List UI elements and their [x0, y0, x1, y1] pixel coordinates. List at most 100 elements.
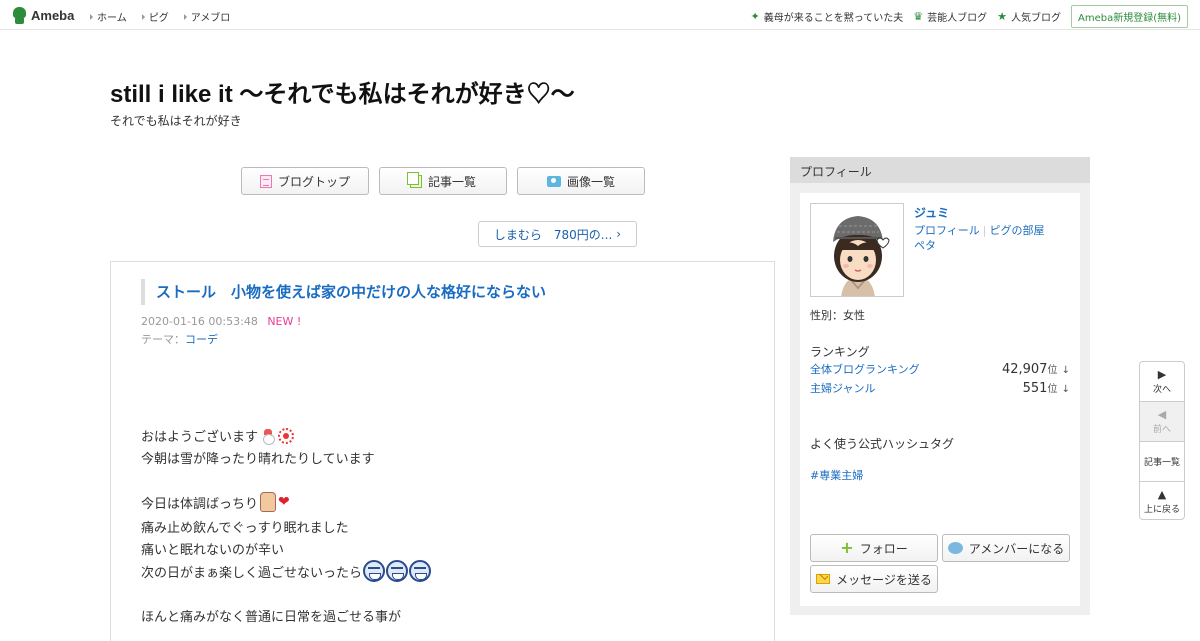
document-icon — [259, 174, 272, 188]
article-list-button[interactable]: 記事一覧 — [379, 167, 507, 195]
nav-home[interactable]: ホーム — [90, 9, 127, 24]
previous-post-label: しまむら 780円の... — [493, 227, 613, 242]
amember-label: アメンバーになる — [968, 541, 1065, 556]
nav-pigg[interactable]: ピグ — [142, 9, 169, 24]
sparkle-icon: ✦ — [750, 10, 760, 23]
profile-name[interactable]: ジュミ — [914, 204, 949, 221]
article-list-side-button[interactable]: 記事一覧 — [1140, 442, 1184, 482]
theme-link[interactable]: コーデ — [185, 333, 218, 346]
snowman-emoji-icon — [260, 428, 276, 445]
triangle-up-icon: ▲ — [1157, 488, 1167, 501]
article-line-text: 痛み止め飲んでぐっすり眠れました — [141, 521, 349, 536]
celebrity-blog-link[interactable]: ♛ 芸能人ブログ — [913, 9, 987, 24]
article-theme: テーマ：コーデ — [141, 331, 218, 347]
speech-bubble-icon — [947, 542, 963, 554]
send-message-label: メッセージを送る — [836, 572, 932, 587]
hashtag-heading: よく使う公式ハッシュタグ — [810, 437, 955, 451]
article-line: 次の日がまぁ楽しく過ごせないったら — [141, 560, 432, 582]
logo-text: Ameba — [31, 7, 75, 23]
gender-info: 性別：女性 — [810, 309, 865, 322]
article-line: おはようございます — [141, 426, 295, 445]
article-list-side-label: 記事一覧 — [1143, 458, 1180, 468]
theme-label: テーマ： — [141, 333, 185, 346]
plus-icon: + — [840, 538, 854, 557]
nav-ameblo[interactable]: アメブロ — [184, 9, 231, 24]
pigg-room-link[interactable]: ピグの部屋 — [990, 224, 1045, 237]
camera-icon — [546, 175, 561, 187]
avatar[interactable] — [810, 203, 904, 297]
header-right: ✦ 義母が来ることを黙っていた夫 ♛ 芸能人ブログ ★ 人気ブログ Ameba新… — [751, 5, 1188, 28]
ranking-heading: ランキング — [810, 345, 870, 359]
previous-post-link[interactable]: しまむら 780円の... › — [478, 221, 637, 247]
genre-ranking-link[interactable]: 主婦ジャンル — [810, 380, 875, 396]
article-line: 痛み止め飲んでぐっすり眠れました — [141, 517, 349, 536]
peta-link[interactable]: ペタ — [914, 239, 936, 252]
trending-topic-link[interactable]: ✦ 義母が来ることを黙っていた夫 — [751, 9, 904, 24]
blog-title[interactable]: still i like it 〜それでも私はそれが好き♡〜 — [110, 74, 575, 109]
ranking-value: 551位 ↓ — [1023, 380, 1070, 396]
send-message-button[interactable]: メッセージを送る — [810, 565, 938, 593]
sun-emoji-icon — [278, 427, 295, 444]
next-post-button[interactable]: ▶ 次へ — [1140, 362, 1184, 402]
down-arrow-icon: ↓ — [1061, 384, 1070, 395]
frog-logo-icon — [12, 6, 27, 24]
ameba-logo[interactable]: Ameba — [12, 6, 74, 24]
article-line-text: 次の日がまぁ楽しく過ごせないったら — [141, 565, 363, 581]
article-title[interactable]: ストール 小物を使えば家の中だけの人な格好にならない — [141, 279, 546, 305]
article-date: 2020-01-16 00:53:48 — [141, 315, 258, 328]
back-to-top-button[interactable]: ▲ 上に戻る — [1140, 482, 1184, 522]
crying-face-emoji-icon — [409, 560, 432, 582]
play-left-icon: ◀ — [1157, 407, 1167, 421]
new-badge: NEW ! — [267, 315, 302, 328]
profile-sidebar: プロフィール ジュミ プロフィール | ピグの部屋 ペタ 性別：女性 ランキング… — [790, 157, 1090, 615]
article-line-text: おはようございます — [141, 430, 259, 445]
article-meta: 2020-01-16 00:53:48 NEW ! — [141, 315, 301, 328]
crown-icon: ♛ — [913, 10, 924, 23]
trending-topic-label: 義母が来ることを黙っていた夫 — [763, 13, 904, 24]
profile-panel: ジュミ プロフィール | ピグの部屋 ペタ 性別：女性 ランキング 全体ブログランキ… — [800, 193, 1080, 606]
amember-button[interactable]: アメンバーになる — [942, 534, 1070, 562]
crying-face-emoji-icon — [386, 560, 409, 582]
image-list-label: 画像一覧 — [566, 174, 615, 189]
ranking-row: 全体ブログランキング 42,907位 ↓ — [810, 361, 1070, 377]
follow-button[interactable]: + フォロー — [810, 534, 938, 562]
back-to-top-label: 上に戻る — [1143, 505, 1180, 515]
overall-ranking-link[interactable]: 全体ブログランキング — [810, 361, 920, 377]
ranking-unit: 位 — [1047, 365, 1058, 376]
avatar-image — [811, 204, 903, 296]
ranking-number: 42,907 — [1001, 362, 1048, 377]
ranking-value: 42,907位 ↓ — [1002, 361, 1070, 377]
article-line: ほんと痛みがなく普通に日常を過ごせる事が — [141, 606, 401, 625]
popular-blog-link[interactable]: ★ 人気ブログ — [997, 9, 1061, 24]
chevron-right-icon: › — [616, 227, 622, 241]
crying-face-emoji-icon — [363, 560, 386, 582]
ranking-row: 主婦ジャンル 551位 ↓ — [810, 380, 1070, 396]
article-line: 今日は体調ばっちり ❤ — [141, 492, 290, 512]
blog-top-button[interactable]: ブログトップ — [241, 167, 369, 195]
ranking-unit: 位 — [1047, 384, 1058, 395]
article-line: 痛いと眠れないのが辛い — [141, 539, 284, 558]
play-right-icon: ▶ — [1157, 367, 1167, 381]
ranking-number: 551 — [1022, 381, 1048, 396]
image-list-button[interactable]: 画像一覧 — [517, 167, 645, 195]
article-line-text: 今朝は雪が降ったり晴れたりしています — [141, 452, 375, 467]
hashtag-link[interactable]: #専業主婦 — [810, 467, 863, 483]
article-line-text: 今日は体調ばっちり — [141, 496, 259, 512]
blog-description: それでも私はそれが好き — [110, 114, 242, 128]
popular-blog-label: 人気ブログ — [1010, 13, 1061, 24]
global-header: Ameba ホーム ピグ アメブロ ✦ 義母が来ることを黙っていた夫 ♛ 芸能人… — [0, 0, 1200, 30]
sidebar-header: プロフィール — [790, 157, 1090, 183]
article: ストール 小物を使えば家の中だけの人な格好にならない 2020-01-16 00… — [110, 261, 775, 641]
prev-post-button: ◀ 前へ — [1140, 402, 1184, 442]
celebrity-blog-label: 芸能人ブログ — [927, 13, 988, 24]
side-pager: ▶ 次へ ◀ 前へ 記事一覧 ▲ 上に戻る — [1139, 361, 1185, 520]
article-line: 今朝は雪が降ったり晴れたりしています — [141, 448, 375, 467]
down-arrow-icon: ↓ — [1061, 365, 1070, 376]
profile-link[interactable]: プロフィール — [914, 224, 980, 237]
next-label: 次へ — [1152, 384, 1171, 395]
envelope-icon — [816, 574, 831, 584]
follow-label: フォロー — [859, 541, 908, 556]
register-button[interactable]: Ameba新規登録(無料) — [1070, 5, 1188, 28]
thumbs-up-emoji-icon — [260, 492, 277, 512]
blog-top-label: ブログトップ — [277, 174, 350, 189]
